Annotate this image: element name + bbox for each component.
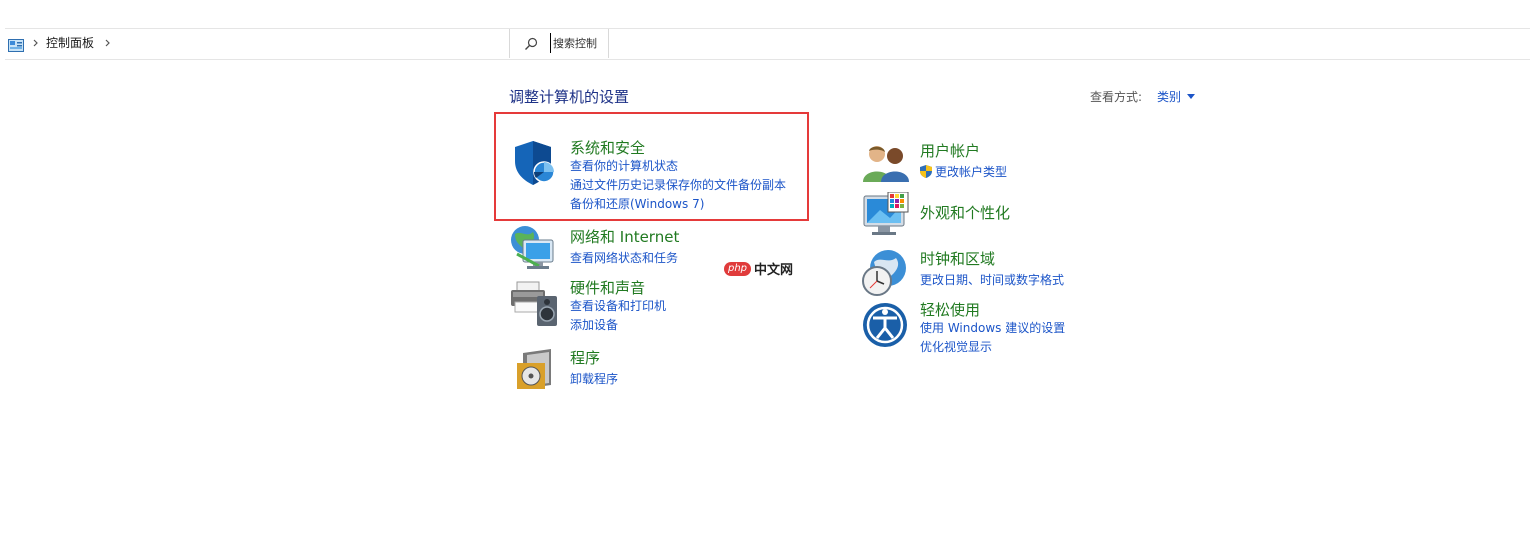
link-devices-printers[interactable]: 查看设备和打印机 [570, 298, 666, 314]
user-accounts-icon[interactable] [861, 142, 911, 192]
view-by-dropdown[interactable]: 类别 [1157, 88, 1196, 105]
category-appearance-personalization[interactable]: 外观和个性化 [920, 202, 1010, 223]
network-globe-icon[interactable] [509, 224, 559, 274]
dropdown-arrow-icon [1187, 94, 1196, 99]
link-change-date-time-format[interactable]: 更改日期、时间或数字格式 [920, 272, 1064, 288]
link-change-account-type[interactable]: 更改帐户类型 [920, 164, 1007, 182]
php-watermark: php 中文网 [724, 259, 793, 278]
appearance-monitor-icon[interactable] [862, 191, 912, 242]
category-ease-of-access[interactable]: 轻松使用 [920, 299, 980, 320]
chevron-right-icon[interactable] [32, 37, 40, 49]
chevron-right-icon[interactable] [104, 37, 112, 49]
search-input[interactable] [550, 33, 609, 53]
category-clock-region[interactable]: 时钟和区域 [920, 248, 995, 269]
view-by-value: 类别 [1157, 90, 1182, 104]
address-bar: 控制面板 [5, 28, 1530, 60]
breadcrumb[interactable]: 控制面板 [5, 29, 509, 59]
link-uninstall-program[interactable]: 卸载程序 [570, 371, 618, 387]
view-by-label: 查看方式: [1090, 90, 1143, 104]
search-icon [523, 36, 539, 52]
programs-icon[interactable] [513, 347, 563, 397]
page-title: 调整计算机的设置 [509, 88, 630, 106]
search-box [509, 29, 609, 58]
category-programs[interactable]: 程序 [570, 347, 600, 368]
ease-of-access-icon[interactable] [862, 302, 912, 352]
breadcrumb-control-panel[interactable]: 控制面板 [46, 35, 94, 51]
red-highlight-box [494, 112, 809, 221]
printer-speaker-icon[interactable] [509, 278, 559, 328]
link-optimize-visual-display[interactable]: 优化视觉显示 [920, 339, 992, 355]
link-network-status[interactable]: 查看网络状态和任务 [570, 250, 678, 266]
link-recommended-settings[interactable]: 使用 Windows 建议的设置 [920, 320, 1065, 336]
watermark-badge: php [724, 261, 752, 276]
control-panel-icon [8, 37, 24, 52]
link-change-account-type-label: 更改帐户类型 [935, 165, 1008, 179]
uac-shield-icon [920, 165, 932, 182]
category-network-internet[interactable]: 网络和 Internet [570, 226, 679, 247]
category-user-accounts[interactable]: 用户帐户 [920, 140, 980, 161]
link-add-device[interactable]: 添加设备 [570, 317, 618, 333]
clock-globe-icon[interactable] [860, 248, 910, 298]
category-hardware-sound[interactable]: 硬件和声音 [570, 277, 645, 298]
watermark-text: 中文网 [754, 263, 794, 278]
